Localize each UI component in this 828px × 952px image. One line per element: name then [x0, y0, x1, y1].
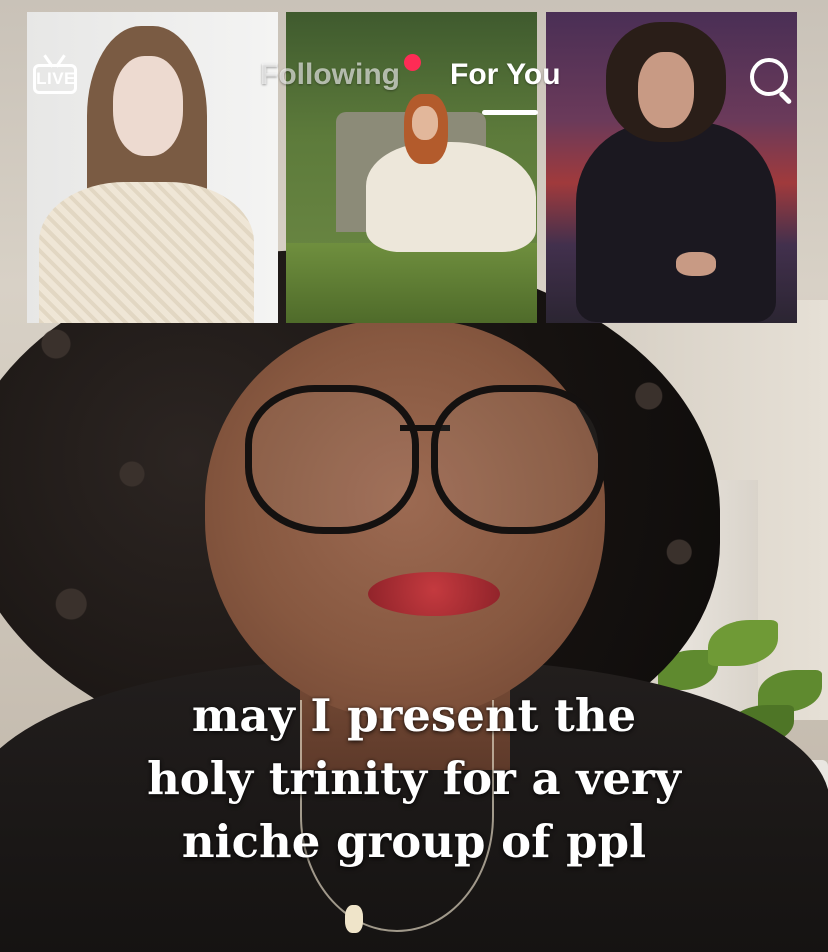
tab-for-you[interactable]: For You: [450, 58, 561, 92]
caption-line: niche group of ppl: [181, 815, 647, 868]
search-button[interactable]: [748, 56, 798, 106]
live-button[interactable]: LIVE: [30, 54, 82, 104]
notification-dot: [404, 54, 421, 71]
person-lips: [368, 572, 500, 616]
search-icon-handle: [778, 90, 793, 105]
active-tab-indicator: [482, 110, 538, 115]
top-navigation: LIVE Following For You: [0, 0, 828, 130]
tab-following[interactable]: Following: [260, 58, 400, 92]
search-icon: [750, 58, 788, 96]
video-caption: may I present the holy trinity for a ver…: [40, 684, 788, 873]
tiktok-feed-screen: LIVE Following For You may I present the…: [0, 0, 828, 952]
necklace-pendant: [345, 905, 363, 933]
caption-line: may I present the: [191, 689, 637, 742]
caption-line: holy trinity for a very: [147, 752, 681, 805]
live-label: LIVE: [36, 69, 76, 88]
person-glasses: [245, 385, 605, 534]
